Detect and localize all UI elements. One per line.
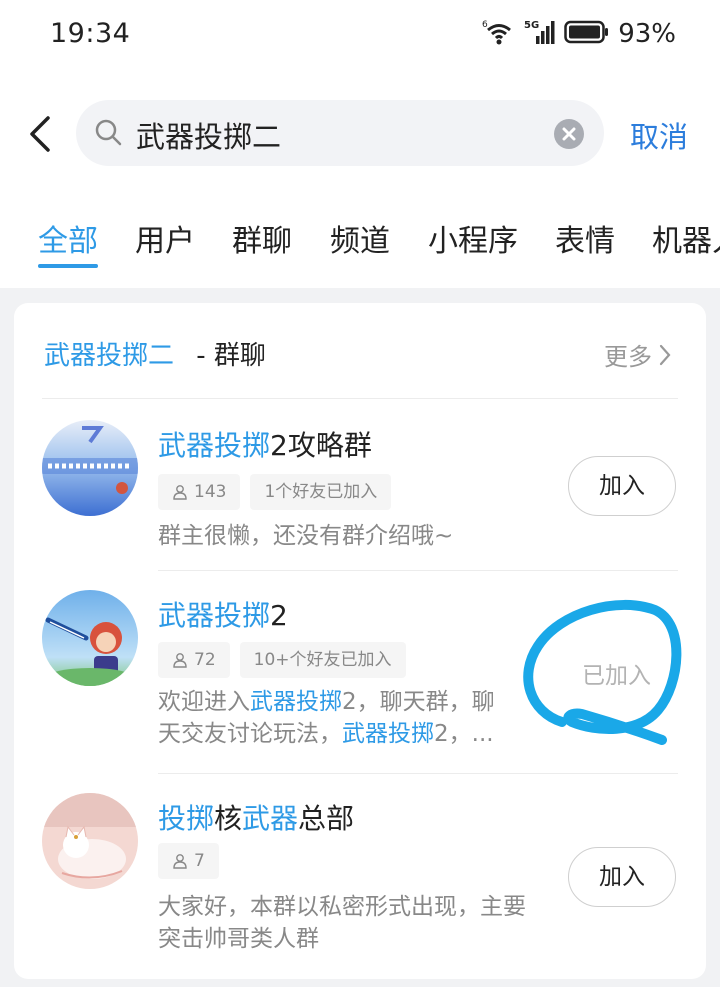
member-count-chip: 72	[158, 642, 230, 678]
member-count-chip: 7	[158, 843, 219, 879]
group-result-1[interactable]: 武器投掷2攻略群 143 1个好友已加入 群主很懒，还没有群介绍哦~ 加入	[14, 398, 706, 570]
group-avatar	[42, 420, 138, 516]
desc-text: 2，聊天群，聊	[342, 689, 495, 715]
join-button[interactable]: 加入	[568, 456, 676, 516]
group-name: 武器投掷2	[158, 594, 288, 634]
group-description: 大家好，本群以私密形式出现，主要突击帅哥类人群	[158, 894, 526, 952]
cancel-button[interactable]: 取消	[630, 114, 688, 156]
group-description: 群主很懒，还没有群介绍哦~	[158, 523, 454, 549]
member-count-chip: 143	[158, 474, 241, 510]
close-icon	[562, 127, 576, 141]
group-name-rest: 2	[270, 599, 288, 632]
battery-percent: 93%	[618, 19, 676, 49]
group-name: 投掷核武器总部	[158, 797, 354, 837]
group-name-rest: 2攻略群	[270, 429, 372, 462]
desc-text: 2，...	[434, 721, 494, 747]
group-result-3[interactable]: 投掷核武器总部 7 大家好，本群以私密形式出现，主要突击帅哥类人群 加入	[14, 773, 706, 979]
person-icon	[173, 653, 187, 668]
active-tab-indicator	[38, 264, 98, 268]
desc-highlight: 武器投掷	[250, 689, 342, 715]
person-icon	[173, 854, 187, 869]
search-row: 武器投掷二 取消	[0, 100, 720, 168]
group-avatar	[42, 793, 138, 889]
desc-text: 欢迎进入	[158, 689, 250, 715]
more-label: 更多	[604, 343, 652, 371]
group-name-rest: 总部	[298, 802, 355, 835]
section-keyword: 武器投掷二	[44, 341, 175, 371]
member-count: 72	[194, 650, 216, 670]
group-description: 欢迎进入武器投掷2，聊天群，聊 天交友讨论玩法，武器投掷2，...	[158, 686, 538, 750]
join-button[interactable]: 加入	[568, 847, 676, 907]
group-tags: 72 10+个好友已加入	[158, 642, 406, 678]
network-type: 5G	[524, 20, 539, 31]
friends-joined-chip: 1个好友已加入	[250, 474, 392, 510]
tab-mini-programs[interactable]: 小程序	[428, 216, 518, 260]
group-name-rest: 核	[214, 802, 243, 835]
back-button[interactable]	[26, 112, 56, 156]
tab-all[interactable]: 全部	[38, 216, 98, 268]
tab-all-label: 全部	[38, 224, 98, 259]
group-name-highlight: 武器投掷	[158, 429, 271, 462]
tab-bots[interactable]: 机器人	[652, 216, 720, 260]
battery-icon	[564, 20, 610, 48]
member-count: 143	[194, 482, 227, 502]
group-name-highlight: 武器投掷	[158, 599, 271, 632]
hand-drawn-circle-annotation	[523, 599, 682, 745]
wifi-icon: 6	[482, 18, 516, 50]
status-bar: 19:34 6 5G 93%	[0, 0, 720, 70]
status-icons: 6 5G 93%	[482, 18, 676, 50]
tab-group-chats[interactable]: 群聊	[232, 216, 292, 260]
person-icon	[173, 485, 187, 500]
tab-channels[interactable]: 频道	[330, 216, 390, 260]
more-button[interactable]: 更多	[604, 337, 672, 372]
status-time: 19:34	[50, 18, 131, 49]
search-input[interactable]: 武器投掷二	[76, 100, 604, 166]
desc-highlight: 武器投掷	[342, 721, 434, 747]
section-title: 武器投掷二 - 群聊	[44, 335, 266, 372]
group-tags: 7	[158, 843, 219, 879]
group-avatar	[42, 590, 138, 686]
group-name-highlight: 投掷	[158, 802, 215, 835]
desc-text: 天交友讨论玩法，	[158, 721, 342, 747]
friends-joined-chip: 10+个好友已加入	[239, 642, 406, 678]
group-name: 武器投掷2攻略群	[158, 424, 372, 464]
group-name-highlight: 武器	[242, 802, 299, 835]
tab-users[interactable]: 用户	[135, 216, 195, 260]
clear-search-button[interactable]	[554, 119, 584, 149]
signal-icon: 5G	[524, 18, 556, 50]
section-suffix: - 群聊	[196, 341, 266, 371]
chevron-right-icon	[659, 344, 671, 365]
member-count: 7	[194, 851, 205, 871]
search-icon	[94, 118, 124, 152]
wifi-badge: 6	[482, 20, 488, 30]
group-tags: 143 1个好友已加入	[158, 474, 392, 510]
search-query: 武器投掷二	[136, 120, 282, 154]
chevron-left-icon	[30, 116, 50, 152]
tab-stickers[interactable]: 表情	[555, 216, 615, 260]
